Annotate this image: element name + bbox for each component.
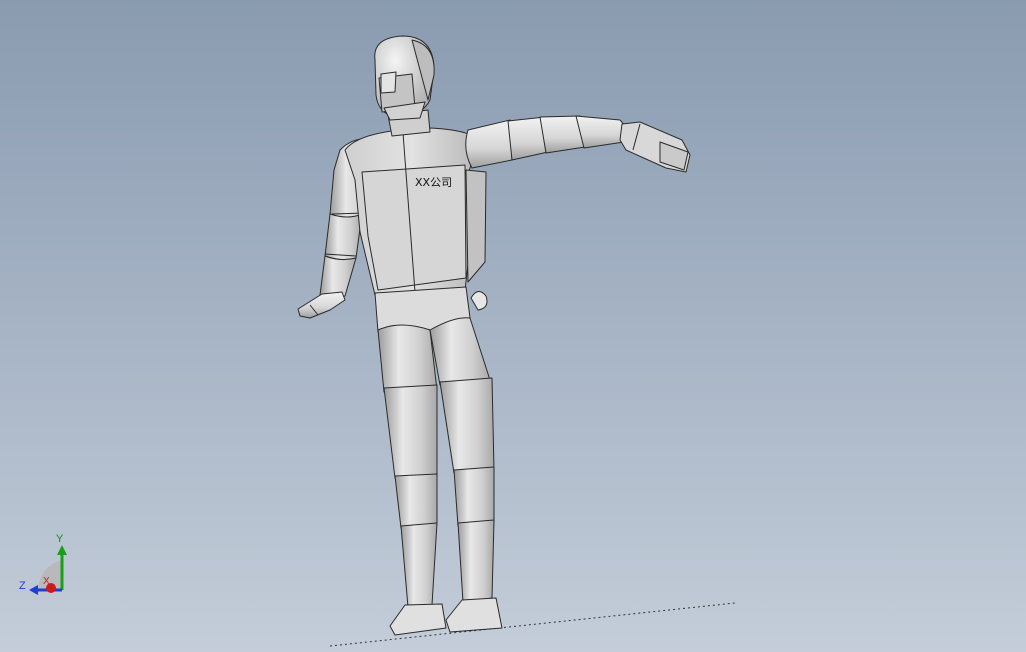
left-knee[interactable] <box>394 473 438 529</box>
x-axis-label: X <box>43 576 50 587</box>
right-thigh[interactable] <box>429 317 491 386</box>
head[interactable] <box>374 35 435 121</box>
right-arm[interactable] <box>465 115 691 173</box>
left-foot[interactable] <box>389 603 447 636</box>
robot-model[interactable]: XX公司 <box>297 35 691 636</box>
right-foot[interactable] <box>445 597 503 633</box>
right-wrist[interactable] <box>575 115 627 149</box>
right-shoulder[interactable] <box>465 119 513 169</box>
y-arrow-head <box>57 545 67 555</box>
cad-viewport[interactable]: XX公司 <box>0 0 1026 652</box>
right-lower-shin[interactable] <box>457 519 495 603</box>
z-arrow-head <box>29 585 38 595</box>
left-forearm[interactable] <box>319 255 357 299</box>
view-orientation-triad[interactable] <box>29 545 67 595</box>
visor-window <box>380 71 397 94</box>
left-upper-shin[interactable] <box>383 384 438 479</box>
left-upper-arm[interactable] <box>324 213 363 261</box>
right-leg[interactable] <box>429 317 503 633</box>
left-hand[interactable] <box>297 291 346 319</box>
right-upper-shin[interactable] <box>439 377 495 474</box>
z-axis-label: Z <box>19 580 26 592</box>
y-axis-label: Y <box>56 533 64 545</box>
torso-side-panel <box>465 169 487 283</box>
hip-joint <box>470 291 488 311</box>
chest-label: XX公司 <box>415 176 452 189</box>
left-thigh[interactable] <box>377 324 438 393</box>
left-leg[interactable] <box>377 324 447 636</box>
torso[interactable]: XX公司 <box>344 127 479 333</box>
left-lower-shin[interactable] <box>400 522 438 608</box>
right-knee[interactable] <box>453 466 495 527</box>
